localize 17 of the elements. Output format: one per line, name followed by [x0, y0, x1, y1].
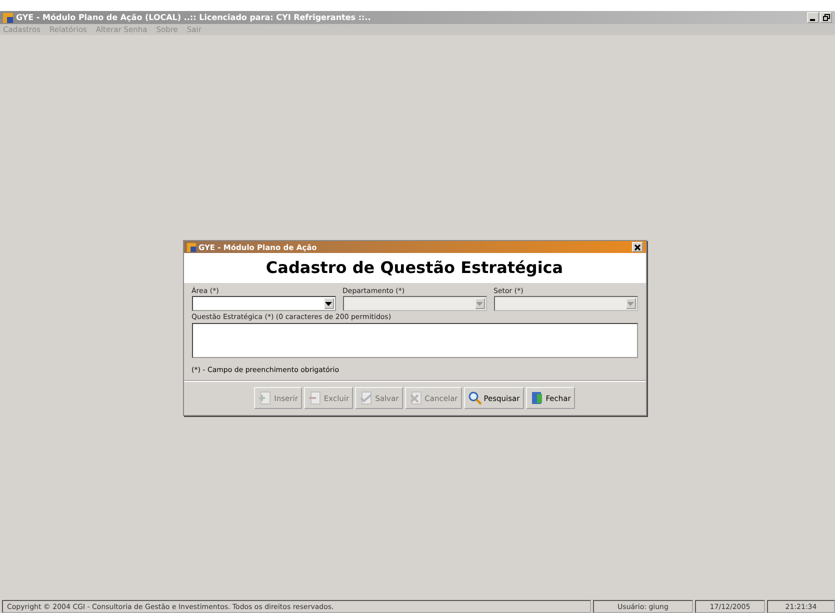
door-icon — [530, 391, 544, 405]
close-button[interactable] — [632, 242, 642, 252]
document-plus-icon — [258, 391, 272, 405]
dropdown-field[interactable] — [192, 296, 336, 311]
app-icon — [3, 12, 13, 22]
search-icon — [468, 391, 482, 405]
close-icon — [634, 244, 640, 250]
document-check-icon — [359, 391, 374, 405]
document-minus-icon — [308, 391, 322, 405]
app-icon — [186, 242, 196, 252]
window-title: GYE - Módulo Plano de Ação (LOCAL) ..:: Licenciado para: CYI Refrigerantes ::.. — [16, 13, 372, 22]
form-heading: Cadastro de Questão Estratégica — [184, 253, 646, 283]
text-area[interactable] — [192, 323, 638, 358]
minimize-button[interactable] — [807, 12, 819, 23]
document-cross-icon — [408, 391, 423, 405]
restore-button[interactable] — [820, 12, 832, 23]
restore-icon — [822, 14, 830, 21]
